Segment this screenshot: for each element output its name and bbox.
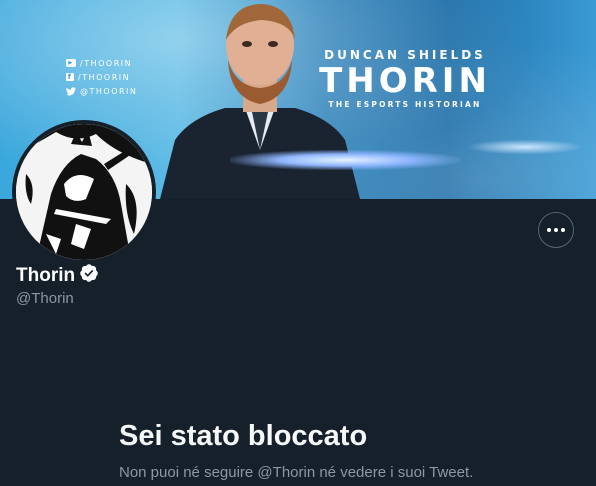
social-text: /THOORIN	[78, 72, 131, 82]
verified-badge-icon	[79, 263, 99, 288]
display-name-row: Thorin	[16, 263, 99, 288]
twitter-icon	[66, 86, 76, 95]
banner-social-links: ▶ /THOORIN f /THOORIN @THOORIN	[66, 56, 137, 98]
blocked-title: Sei stato bloccato	[119, 420, 368, 452]
more-options-button[interactable]	[538, 212, 574, 248]
user-handle: @Thorin	[16, 290, 74, 307]
social-text: /THOORIN	[80, 58, 133, 68]
display-name: Thorin	[16, 264, 76, 286]
brand-name: THORIN	[319, 61, 491, 101]
stage-light	[230, 150, 460, 170]
blocked-message: Non puoi né seguire @Thorin né vedere i …	[119, 464, 474, 481]
avatar-image	[16, 124, 152, 260]
social-row-facebook: f /THOORIN	[66, 70, 137, 84]
brand-top-text: DUNCAN SHIELDS	[324, 48, 486, 62]
social-row-twitter: @THOORIN	[66, 84, 137, 98]
profile-avatar[interactable]	[12, 120, 156, 264]
stage-light	[470, 140, 580, 154]
social-row-youtube: ▶ /THOORIN	[66, 56, 137, 70]
avatar-illustration	[16, 124, 152, 260]
youtube-icon: ▶	[66, 59, 76, 67]
social-text: @THOORIN	[80, 86, 138, 96]
banner-brand: DUNCAN SHIELDS THORIN THE ESPORTS HISTOR…	[316, 48, 494, 109]
brand-tagline: THE ESPORTS HISTORIAN	[328, 100, 482, 109]
more-icon	[547, 228, 565, 232]
facebook-icon: f	[66, 73, 74, 81]
